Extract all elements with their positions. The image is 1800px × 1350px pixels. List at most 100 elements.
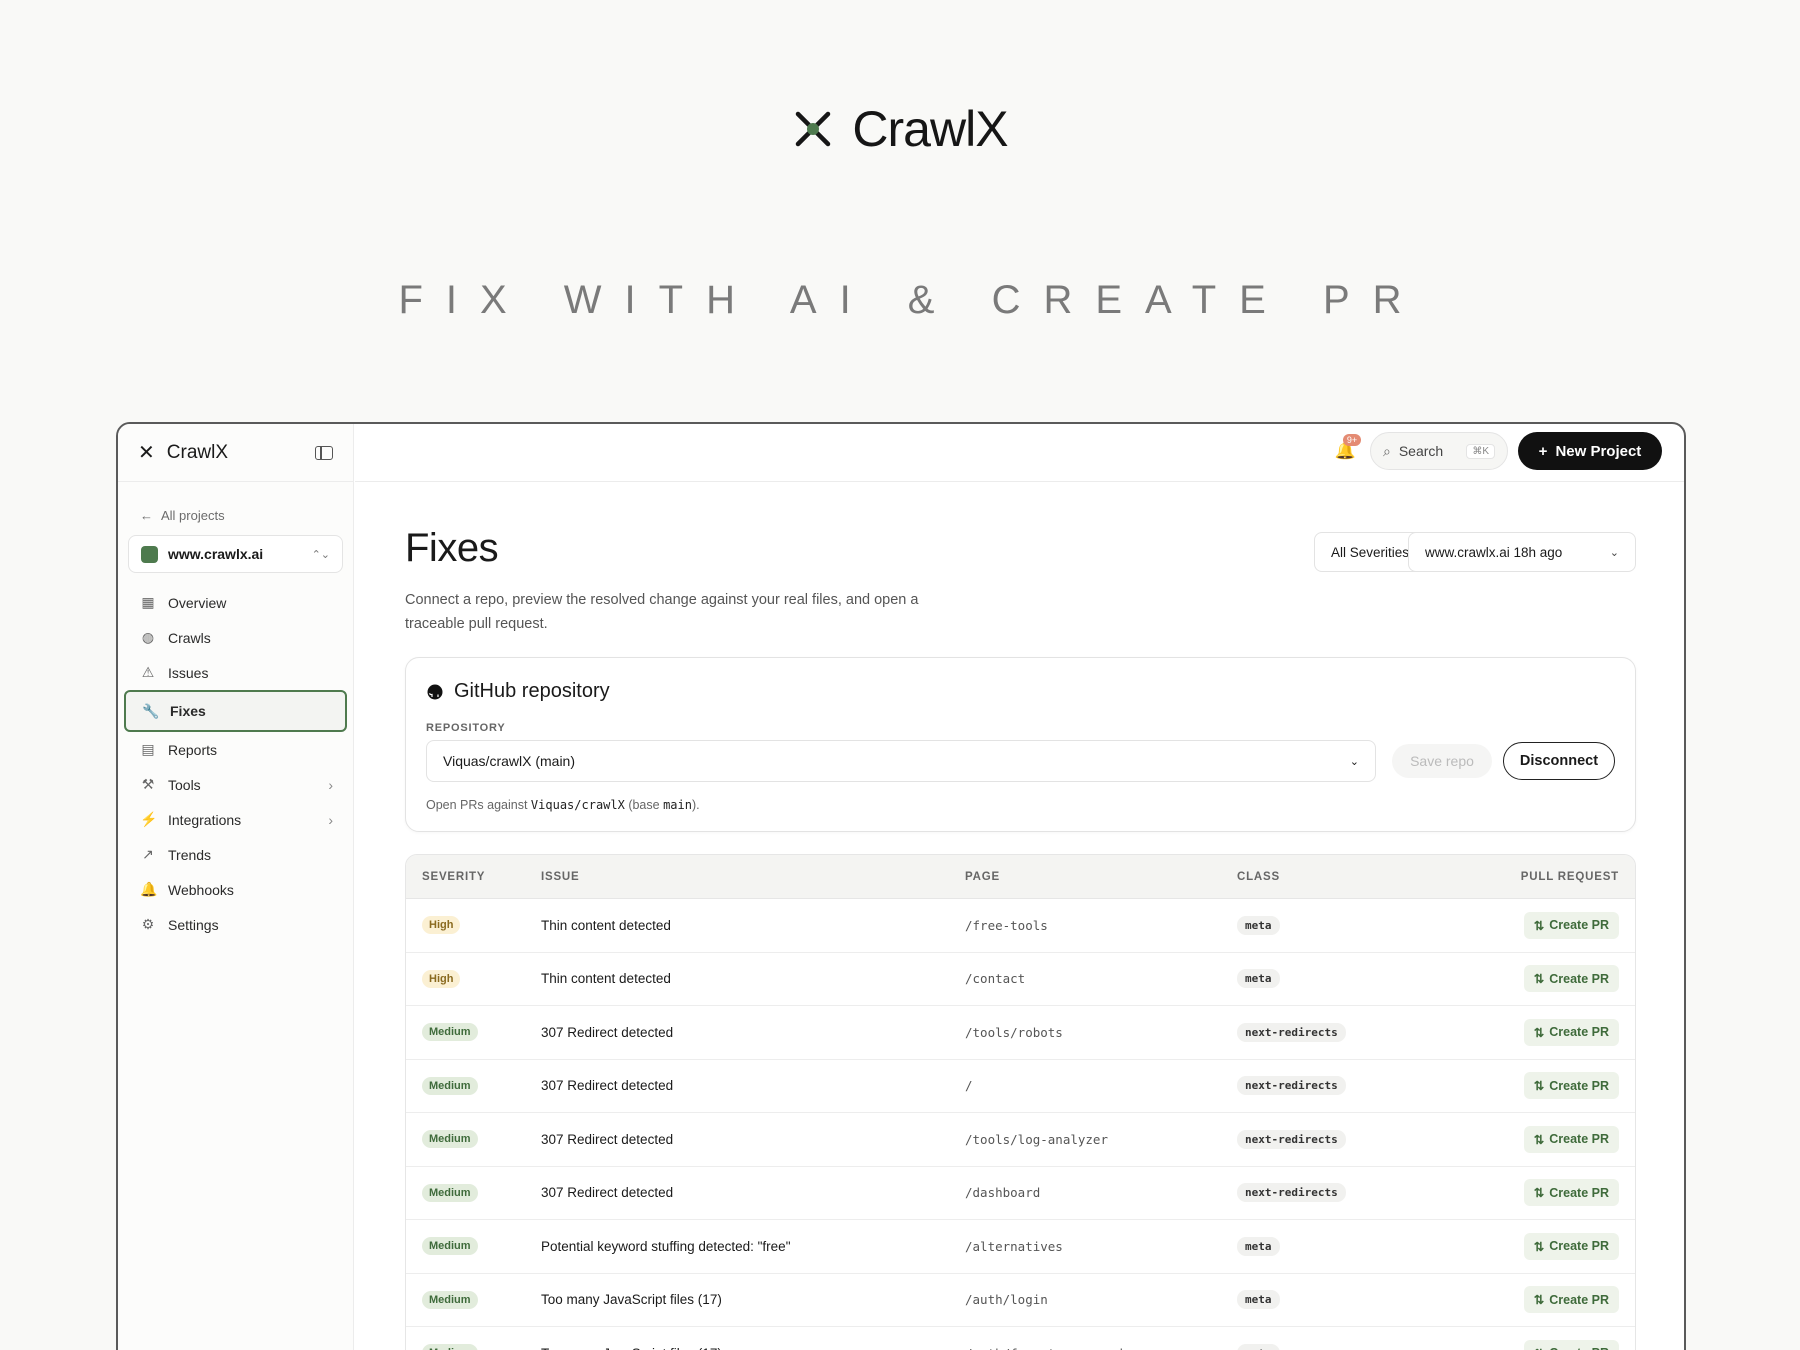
page-cell: /	[965, 1078, 973, 1094]
sidebar-item-fixes[interactable]: 🔧 Fixes	[124, 690, 347, 732]
class-cell: next-redirects	[1237, 1022, 1475, 1042]
create-pr-label: Create PR	[1549, 1239, 1609, 1254]
notifications-button[interactable]: 🔔 9+	[1335, 434, 1362, 461]
pr-cell: ⇅ Create PR	[1475, 1232, 1635, 1260]
class-cell: meta	[1237, 1343, 1475, 1350]
issue-cell: 307 Redirect detected	[541, 1185, 674, 1201]
git-pull-request-icon: ⇅	[1534, 1346, 1544, 1350]
sidebar-item-label: Webhooks	[168, 881, 234, 898]
class-badge: next-redirects	[1237, 1076, 1346, 1096]
warning-icon: ⚠	[141, 664, 155, 680]
all-projects-label: All projects	[161, 508, 225, 523]
create-pr-label: Create PR	[1549, 1132, 1609, 1147]
issue-cell: 307 Redirect detected	[541, 1078, 674, 1094]
sidebar-item-trends[interactable]: ↗ Trends	[118, 837, 353, 872]
create-pr-button[interactable]: ⇅ Create PR	[1523, 1125, 1619, 1153]
crawlx-logo-icon: ✕	[138, 442, 155, 464]
create-pr-button[interactable]: ⇅ Create PR	[1523, 1232, 1619, 1260]
sidebar-item-webhooks[interactable]: 🔔 Webhooks	[118, 872, 353, 907]
create-pr-label: Create PR	[1549, 1292, 1609, 1307]
issue-cell: Thin content detected	[541, 971, 671, 987]
sidebar-item-label: Crawls	[168, 629, 211, 646]
issue-cell: Potential keyword stuffing detected: "fr…	[541, 1238, 791, 1254]
repository-select[interactable]: Viquas/crawlX (main) ⌄	[426, 740, 1376, 782]
severity-cell: Medium	[406, 1130, 541, 1149]
save-repo-button[interactable]: Save repo	[1392, 744, 1492, 778]
new-project-label: New Project	[1555, 442, 1642, 460]
sidebar-item-tools[interactable]: ⚒ Tools ›	[118, 767, 353, 802]
search-label: Search	[1398, 443, 1444, 459]
chart-icon: ↗	[142, 846, 154, 862]
hero-brand: CrawlX	[852, 101, 1008, 157]
search-icon: ⌕	[1383, 442, 1391, 459]
create-pr-button[interactable]: ⇅ Create PR	[1523, 1072, 1619, 1100]
table-body: High Thin content detected/free-tools meta…	[406, 899, 1635, 1350]
git-pull-request-icon: ⇅	[1533, 1293, 1545, 1308]
sidebar-item-label: Integrations	[168, 811, 242, 828]
header-page[interactable]: PAGE	[965, 871, 1237, 883]
table-row: Medium Potential keyword stuffing detecte…	[406, 1220, 1635, 1274]
repo-card-title: GitHub repository	[426, 680, 610, 703]
class-badge: next-redirects	[1237, 1022, 1346, 1042]
sidebar-brand: CrawlX	[166, 441, 228, 463]
create-pr-button[interactable]: ⇅ Create PR	[1523, 1179, 1619, 1207]
create-pr-button[interactable]: ⇅ Create PR	[1523, 1286, 1619, 1314]
table-row: Medium Too many JavaScript files (17)/aut…	[406, 1327, 1635, 1350]
note-repo: Viquas/crawlX	[530, 798, 625, 812]
create-pr-button[interactable]: ⇅ Create PR	[1523, 911, 1619, 939]
class-badge: meta	[1237, 915, 1280, 935]
all-projects-link[interactable]: ← All projects	[140, 508, 353, 523]
sidebar-item-label: Issues	[168, 664, 209, 681]
severity-filter-value: All Severities	[1331, 544, 1410, 560]
sidebar-item-label: Fixes	[170, 703, 206, 719]
sidebar-item-label: Trends	[168, 846, 212, 863]
create-pr-label: Create PR	[1549, 971, 1609, 986]
git-pull-request-icon: ⇅	[1533, 1239, 1545, 1254]
create-pr-button[interactable]: ⇅ Create PR	[1523, 1339, 1619, 1350]
severity-cell: Medium	[406, 1076, 541, 1095]
gear-icon: ⚙	[141, 916, 155, 932]
severity-cell: Medium	[406, 1183, 541, 1202]
class-cell: meta	[1237, 1290, 1475, 1310]
header-issue[interactable]: ISSUE	[541, 871, 965, 883]
header-severity[interactable]: SEVERITY	[406, 871, 541, 883]
new-project-button[interactable]: + New Project	[1518, 432, 1662, 470]
plug-icon: ⚡	[140, 811, 158, 827]
pr-cell: ⇅ Create PR	[1475, 1072, 1635, 1100]
page-cell: /auth/forgot-password	[965, 1346, 1237, 1350]
page-title: Fixes	[405, 526, 499, 570]
sidebar-item-integrations[interactable]: ⚡ Integrations ›	[118, 802, 353, 837]
sidebar-item-overview[interactable]: ▦ Overview	[118, 585, 353, 620]
page-cell: /free-tools	[965, 917, 1048, 933]
sidebar-toggle-icon[interactable]	[315, 445, 333, 460]
create-pr-button[interactable]: ⇅ Create PR	[1523, 1018, 1619, 1046]
table-row: Medium 307 Redirect detected/dashboard nex…	[406, 1167, 1635, 1220]
disconnect-button[interactable]: Disconnect	[1503, 742, 1615, 780]
arrow-left-icon: ←	[140, 508, 153, 523]
crawl-filter[interactable]: www.crawlx.ai 18h ago ⌄	[1408, 532, 1636, 572]
repo-note: Open PRs against Viquas/crawlX (base mai…	[426, 798, 700, 812]
page-cell: /dashboard	[965, 1185, 1041, 1201]
globe-icon: ◍	[141, 629, 155, 645]
hero-logo: CrawlX	[0, 100, 1800, 158]
github-icon	[427, 684, 443, 699]
class-cell: next-redirects	[1237, 1183, 1475, 1203]
note-prefix: Open PRs against	[426, 798, 531, 812]
sidebar-item-label: Reports	[168, 741, 218, 758]
severity-cell: Medium	[406, 1344, 541, 1350]
sidebar-item-reports[interactable]: ▤ Reports	[118, 732, 353, 767]
chevron-down-icon: ⌄	[1349, 755, 1359, 768]
severity-cell: Medium	[406, 1023, 541, 1042]
sidebar-item-issues[interactable]: ⚠ Issues	[118, 655, 353, 690]
note-mid: (base	[624, 798, 664, 812]
header-class[interactable]: CLASS	[1237, 871, 1475, 883]
sidebar-item-settings[interactable]: ⚙ Settings	[118, 907, 353, 942]
project-switcher[interactable]: www.crawlx.ai ⌃⌄	[128, 535, 343, 573]
search-button[interactable]: ⌕ Search ⌘K	[1370, 432, 1508, 470]
sidebar-item-crawls[interactable]: ◍ Crawls	[118, 620, 353, 655]
create-pr-button[interactable]: ⇅ Create PR	[1523, 965, 1619, 993]
create-pr-label: Create PR	[1549, 1025, 1609, 1040]
sidebar-item-label: Tools	[168, 776, 201, 793]
pr-cell: ⇅ Create PR	[1475, 1179, 1635, 1207]
topbar: 🔔 9+ ⌕ Search ⌘K + New Project	[355, 424, 1684, 482]
